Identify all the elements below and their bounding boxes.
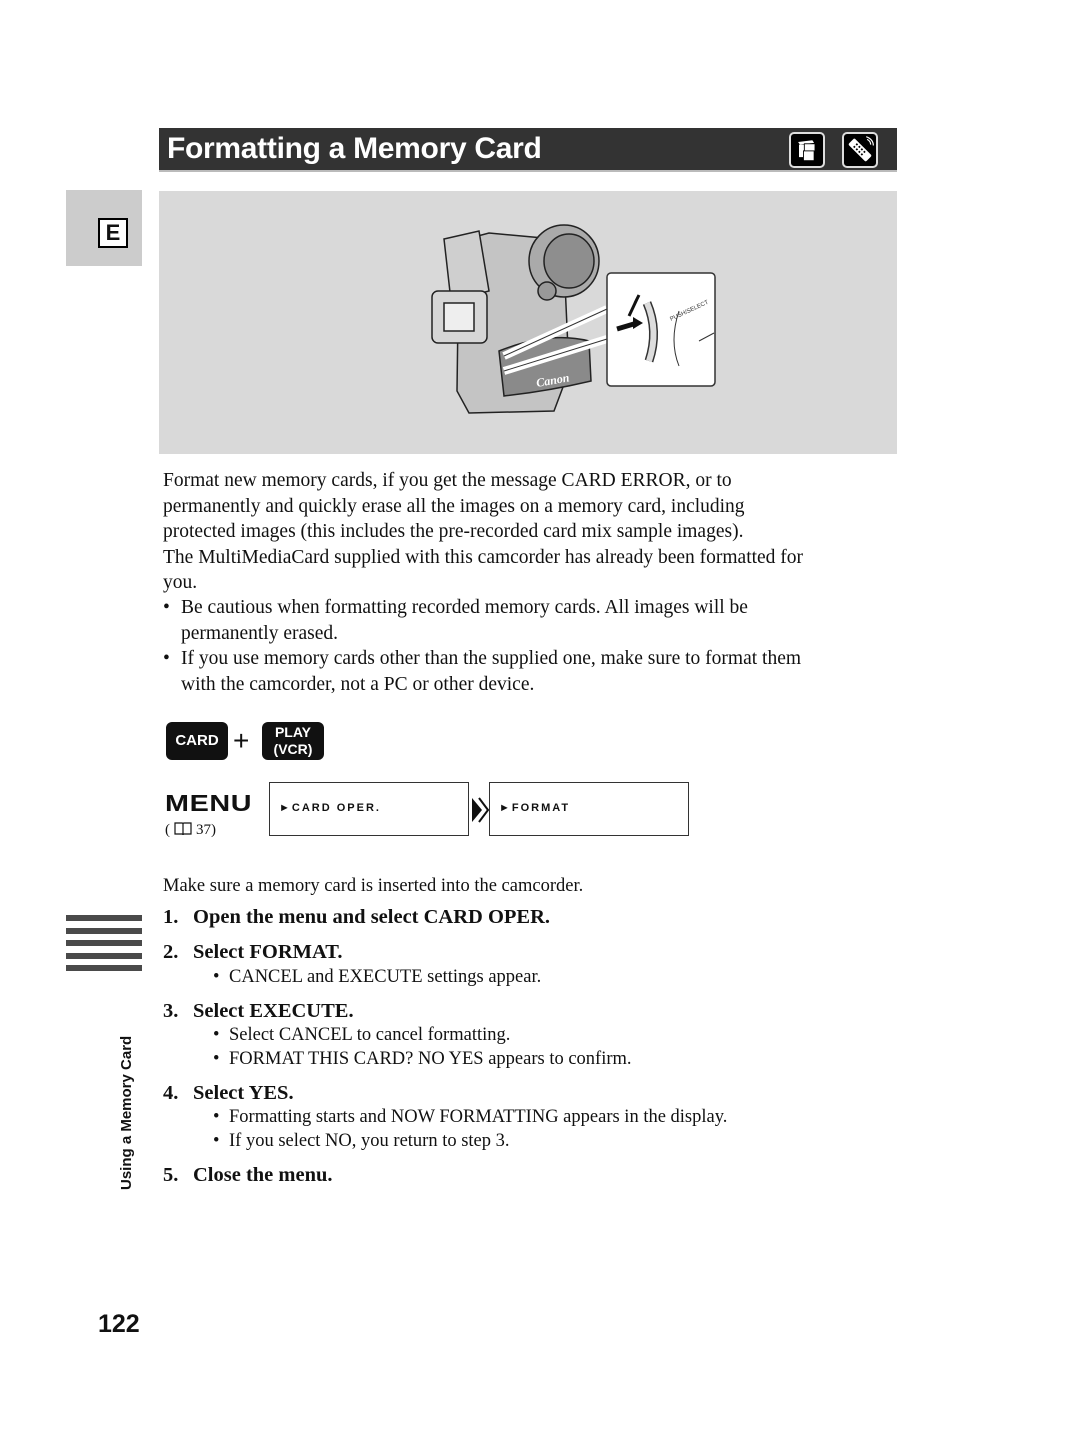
language-code: E	[98, 218, 128, 248]
section-tab-bars	[66, 915, 142, 978]
step-note: • If you select NO, you return to step 3.	[213, 1131, 510, 1151]
step-note: • Formatting starts and NOW FORMATTING ap…	[213, 1107, 728, 1127]
play-vcr-mode-key: PLAY (VCR)	[262, 722, 324, 760]
intro-line: protected images (this includes the pre-…	[163, 521, 744, 542]
camcorder-icon	[789, 132, 825, 168]
step-4: 4. Select YES.	[163, 1082, 294, 1104]
step-5: 5. Close the menu.	[163, 1164, 333, 1186]
language-tab: E	[66, 190, 142, 266]
intro-line: Format new memory cards, if you get the …	[163, 470, 732, 491]
menu-screen-format: ►FORMAT	[489, 782, 689, 836]
intro-line: permanently and quickly erase all the im…	[163, 495, 745, 517]
camcorder-drawing: Canon PUSH/SELECT	[431, 224, 716, 414]
step-1: 1. Open the menu and select CARD OPER.	[163, 906, 551, 928]
caution-note: • Be cautious when formatting recorded m…	[163, 597, 748, 644]
section-title-bar: Formatting a Memory Card	[159, 128, 897, 172]
page-title: Formatting a Memory Card	[167, 132, 542, 165]
step-2: 2. Select FORMAT.	[163, 941, 343, 963]
page-reference: (37)	[165, 822, 216, 838]
section-side-label: Using a Memory Card	[118, 1035, 135, 1190]
next-step-chevron-icon	[472, 797, 489, 823]
step-3: 3. Select EXECUTE.	[163, 1000, 354, 1022]
card-mode-key: CARD	[166, 722, 228, 760]
book-icon	[174, 822, 192, 835]
intro-line: The MultiMediaCard supplied with this ca…	[163, 546, 804, 568]
camcorder-illustration: Canon PUSH/SELECT	[159, 191, 897, 454]
step-note: • FORMAT THIS CARD? NO YES appears to con…	[213, 1049, 632, 1069]
menu-screen-card-oper: ►CARD OPER.	[269, 782, 469, 836]
plus-sign: +	[233, 725, 250, 756]
page-number: 122	[98, 1310, 140, 1338]
menu-label: MENU	[165, 790, 253, 816]
intro-line: you.	[163, 572, 198, 593]
step-note: • Select CANCEL to cancel formatting.	[213, 1025, 511, 1045]
remote-control-icon	[842, 132, 878, 168]
caution-note: • If you use memory cards other than the…	[163, 648, 802, 695]
step-note: • CANCEL and EXECUTE settings appear.	[213, 967, 542, 987]
precondition-text: Make sure a memory card is inserted into…	[163, 876, 584, 896]
intro-paragraph: Format new memory cards, if you get the …	[163, 468, 903, 596]
